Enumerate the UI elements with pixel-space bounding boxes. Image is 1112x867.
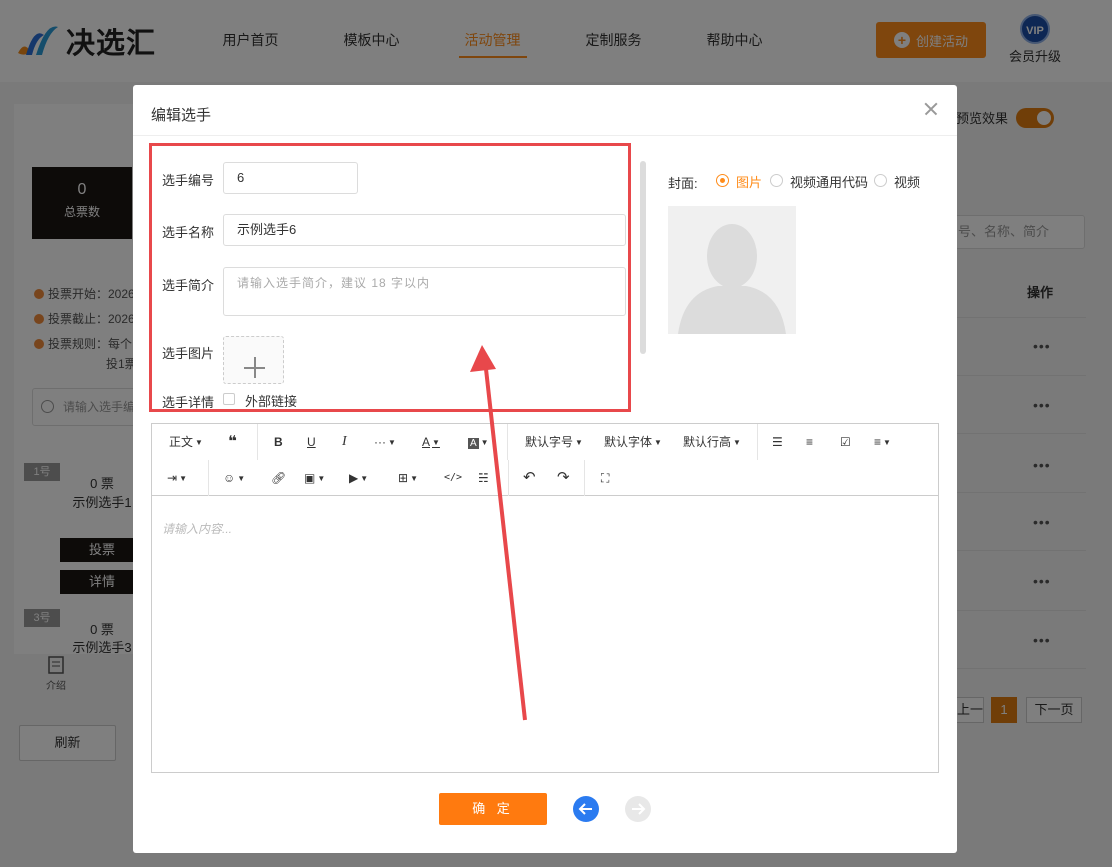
edit-player-modal: 编辑选手 选手编号 6 选手名称 示例选手6 选手简介 请输入选手简介，建议 1… bbox=[133, 85, 957, 853]
title-divider bbox=[133, 135, 957, 136]
bullet-list-icon[interactable]: ☰ bbox=[772, 432, 783, 452]
cover-option-video-code[interactable]: 视频通用代码 bbox=[790, 172, 868, 191]
prev-player-button[interactable] bbox=[573, 796, 599, 822]
bg-color-glyph: A bbox=[468, 438, 479, 449]
font-size-select[interactable]: 默认字号 ▼ bbox=[525, 432, 583, 452]
video-icon[interactable]: ▶ ▼ bbox=[349, 468, 368, 488]
redo-icon[interactable]: ↷ bbox=[557, 468, 570, 488]
todo-list-icon[interactable]: ☑ bbox=[840, 432, 851, 452]
link-icon[interactable]: 🔗︎ bbox=[271, 468, 286, 488]
cover-option-video[interactable]: 视频 bbox=[894, 172, 920, 191]
next-player-button[interactable] bbox=[625, 796, 651, 822]
numbered-list-icon[interactable]: ≡ bbox=[806, 432, 813, 452]
avatar-icon bbox=[678, 224, 786, 334]
indent-icon[interactable]: ⇥ ▼ bbox=[167, 468, 187, 488]
toolbar-separator bbox=[584, 460, 585, 496]
image-icon[interactable]: ▣ ▼ bbox=[304, 468, 325, 488]
cover-label: 封面: bbox=[668, 176, 698, 191]
fullscreen-icon[interactable]: ⛶ bbox=[601, 468, 609, 488]
arrow-right-icon bbox=[632, 803, 646, 815]
paragraph-label: 正文 bbox=[169, 435, 194, 449]
editor-toolbar: 正文 ▼ ❝ B U I ··· ▼ A ▼ A ▼ 默认字号 ▼ 默认字体 ▼ 默认行高 ▼… bbox=[152, 424, 938, 496]
emoji-icon[interactable]: ☺ ▼ bbox=[223, 468, 245, 488]
cover-avatar-placeholder[interactable] bbox=[668, 206, 796, 334]
toolbar-separator bbox=[507, 424, 508, 460]
highlight-box bbox=[149, 143, 631, 412]
align-icon[interactable]: ≡ ▼ bbox=[874, 432, 891, 452]
bold-icon[interactable]: B bbox=[274, 432, 283, 452]
editor-placeholder[interactable]: 请输入内容... bbox=[162, 520, 232, 537]
font-size-label: 默认字号 bbox=[525, 435, 574, 449]
arrow-left-icon bbox=[578, 803, 592, 815]
cover-radio-video-code[interactable] bbox=[770, 174, 783, 187]
toolbar-separator bbox=[208, 460, 209, 496]
cover-option-image[interactable]: 图片 bbox=[736, 172, 762, 191]
cover-radio-image[interactable] bbox=[716, 174, 729, 187]
modal-title: 编辑选手 bbox=[151, 107, 212, 124]
divider-icon[interactable]: ☵ bbox=[478, 468, 489, 488]
paragraph-select[interactable]: 正文 ▼ bbox=[169, 432, 203, 452]
more-styles-icon[interactable]: ··· ▼ bbox=[374, 432, 396, 452]
rich-text-editor: 正文 ▼ ❝ B U I ··· ▼ A ▼ A ▼ 默认字号 ▼ 默认字体 ▼ 默认行高 ▼… bbox=[151, 423, 939, 773]
underline-icon[interactable]: U bbox=[307, 432, 316, 452]
line-height-select[interactable]: 默认行高 ▼ bbox=[683, 432, 741, 452]
font-family-label: 默认字体 bbox=[604, 435, 653, 449]
toolbar-separator bbox=[257, 424, 258, 460]
form-scrollbar[interactable] bbox=[640, 161, 646, 354]
font-family-select[interactable]: 默认字体 ▼ bbox=[604, 432, 662, 452]
confirm-button[interactable]: 确 定 bbox=[439, 793, 547, 825]
background-color-icon[interactable]: A ▼ bbox=[468, 432, 489, 452]
cover-radio-video[interactable] bbox=[874, 174, 887, 187]
toolbar-separator bbox=[508, 460, 509, 496]
close-icon[interactable] bbox=[919, 97, 943, 121]
table-icon[interactable]: ⊞ ▼ bbox=[398, 468, 418, 488]
undo-icon[interactable]: ↶ bbox=[523, 468, 536, 488]
code-icon[interactable]: </> bbox=[444, 468, 462, 488]
font-color-icon[interactable]: A ▼ bbox=[422, 432, 440, 452]
italic-icon[interactable]: I bbox=[342, 432, 347, 452]
quote-icon[interactable]: ❝ bbox=[228, 432, 237, 452]
toolbar-separator bbox=[757, 424, 758, 460]
line-height-label: 默认行高 bbox=[683, 435, 732, 449]
